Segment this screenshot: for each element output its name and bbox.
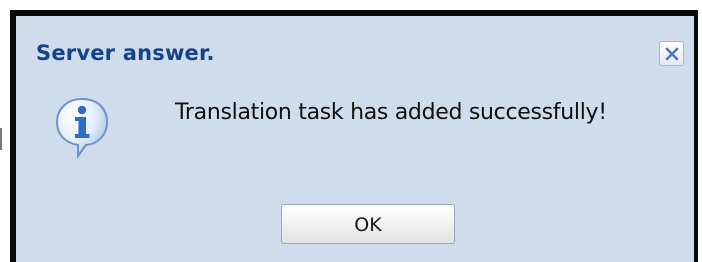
info-icon bbox=[55, 97, 109, 159]
dialog-message: Translation task has added successfully! bbox=[175, 100, 607, 125]
close-button[interactable] bbox=[659, 41, 684, 66]
dialog-title: Server answer. bbox=[36, 41, 215, 65]
ok-button-label: OK bbox=[354, 214, 382, 236]
close-icon bbox=[665, 47, 678, 60]
message-dialog: Server answer. Translation task has adde… bbox=[10, 10, 698, 262]
ok-button[interactable]: OK bbox=[281, 204, 455, 244]
